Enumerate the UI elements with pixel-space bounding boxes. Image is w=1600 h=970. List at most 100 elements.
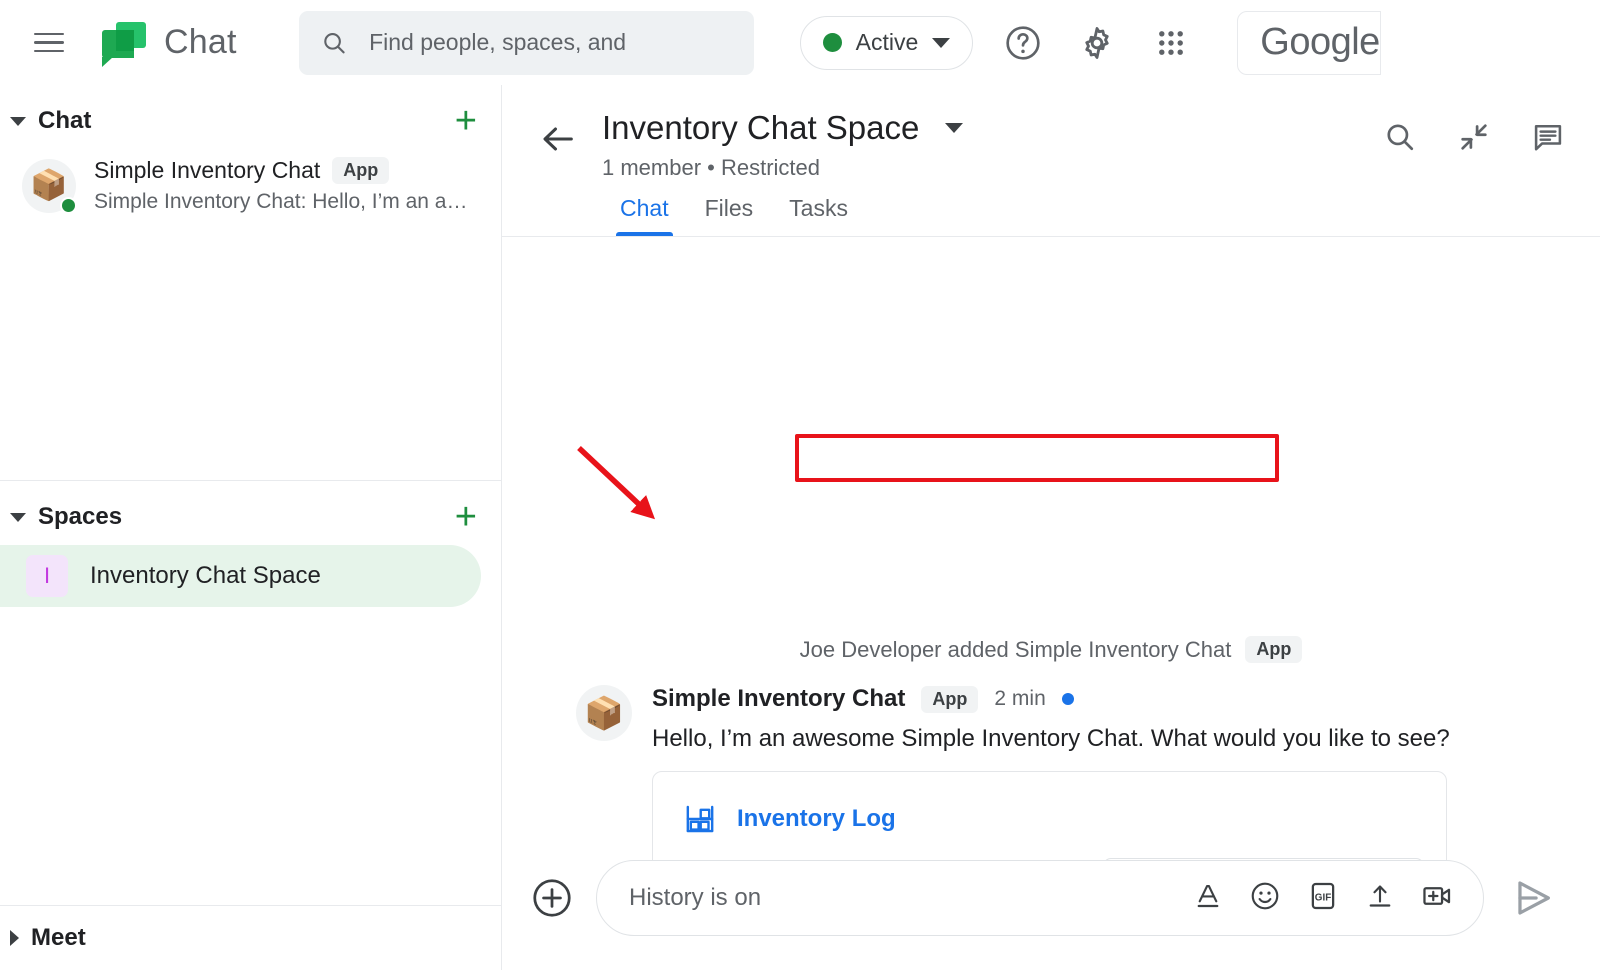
account-chip[interactable]: Google xyxy=(1237,11,1381,75)
space-header: Inventory Chat Space 1 member • Restrict… xyxy=(502,85,1600,237)
search-bar[interactable] xyxy=(299,11,754,75)
video-meeting-button[interactable] xyxy=(1421,880,1453,917)
triangle-down-icon[interactable] xyxy=(10,117,26,126)
chat-snippet: Simple Inventory Chat: Hello, I’m an awe… xyxy=(94,190,481,214)
sidebar-section-title-chat: Chat xyxy=(38,107,455,135)
apps-grid-icon xyxy=(1154,26,1188,60)
message-timestamp: 2 min xyxy=(994,687,1045,711)
apps-button[interactable] xyxy=(1147,19,1195,67)
app-body: Chat + 📦 Simple Inventory Chat App Simpl… xyxy=(0,85,1600,970)
top-app-bar: Chat Active xyxy=(0,0,1600,85)
collapse-button[interactable] xyxy=(1450,113,1498,161)
app-title: Chat xyxy=(164,23,237,62)
search-input[interactable] xyxy=(369,29,732,56)
gif-button[interactable]: GIF xyxy=(1307,880,1339,917)
space-subtitle: 1 member • Restricted xyxy=(602,155,1376,181)
space-title-line[interactable]: Inventory Chat Space xyxy=(602,109,1376,147)
sidebar-spacer xyxy=(0,607,501,899)
svg-text:GIF: GIF xyxy=(1315,892,1331,903)
status-label: Active xyxy=(856,29,919,56)
settings-button[interactable] xyxy=(1073,19,1121,67)
back-button[interactable] xyxy=(532,113,584,165)
video-meeting-icon xyxy=(1421,880,1453,912)
search-icon xyxy=(1383,120,1417,154)
open-in-new-window-button-items[interactable]: Open in new window xyxy=(1103,858,1424,860)
threads-icon xyxy=(1531,120,1565,154)
google-chat-app: Chat Active xyxy=(0,0,1600,970)
account-label: Google xyxy=(1260,21,1380,64)
gif-icon: GIF xyxy=(1307,880,1339,912)
composer-area: GIF xyxy=(502,860,1600,970)
card-row-items[interactable]: Items Open in new window xyxy=(683,858,1424,860)
message-header: Simple Inventory Chat App 2 min xyxy=(652,685,1570,713)
app-badge: App xyxy=(1245,636,1302,663)
app-badge: App xyxy=(332,157,389,184)
search-icon xyxy=(321,28,347,58)
top-bar-actions: Active xyxy=(800,11,1381,75)
composer-icons: GIF xyxy=(1193,880,1453,917)
sidebar-section-meet-header[interactable]: Meet xyxy=(0,906,501,970)
sidebar-section-chat-header[interactable]: Chat + xyxy=(0,93,501,149)
hamburger-menu-icon[interactable] xyxy=(26,20,72,66)
space-search-button[interactable] xyxy=(1376,113,1424,161)
sidebar-item-inventory-chat-space[interactable]: I Inventory Chat Space xyxy=(0,545,481,607)
threads-button[interactable] xyxy=(1524,113,1572,161)
google-chat-logo xyxy=(102,22,146,64)
sidebar-section-spaces-header[interactable]: Spaces + xyxy=(0,489,501,545)
send-icon xyxy=(1510,875,1556,921)
space-header-actions xyxy=(1376,113,1572,161)
sidebar-item-simple-inventory-chat[interactable]: 📦 Simple Inventory Chat App Simple Inven… xyxy=(0,149,501,222)
send-button[interactable] xyxy=(1506,871,1560,925)
help-button[interactable] xyxy=(999,19,1047,67)
avatar: 📦 xyxy=(22,159,76,213)
new-space-plus-icon[interactable]: + xyxy=(455,498,477,536)
upload-icon xyxy=(1365,881,1395,911)
card-label-inventory-log: Inventory Log xyxy=(737,805,1424,833)
space-tabs: Chat Files Tasks xyxy=(502,195,1600,236)
tab-files[interactable]: Files xyxy=(687,195,772,236)
arrow-left-icon xyxy=(538,119,578,159)
sidebar-divider-1 xyxy=(0,480,501,481)
chat-message: 📦 Simple Inventory Chat App 2 min Hello,… xyxy=(502,667,1600,860)
tab-tasks[interactable]: Tasks xyxy=(771,195,866,236)
space-name: Inventory Chat Space xyxy=(90,562,321,590)
sidebar-section-title-spaces: Spaces xyxy=(38,503,455,531)
upload-button[interactable] xyxy=(1365,881,1395,916)
card-row-inventory-log[interactable]: Inventory Log xyxy=(683,794,1424,844)
system-message: Joe Developer added Simple Inventory Cha… xyxy=(788,632,1315,667)
chevron-down-icon[interactable] xyxy=(945,123,963,133)
collapse-icon xyxy=(1457,120,1491,154)
page-title: Inventory Chat Space xyxy=(602,109,919,147)
chat-list-meta: Simple Inventory Chat App Simple Invento… xyxy=(94,157,481,214)
format-text-button[interactable] xyxy=(1193,881,1223,916)
warehouse-shelf-icon xyxy=(683,802,727,836)
message-input[interactable] xyxy=(629,884,1175,912)
app-badge: App xyxy=(921,686,978,713)
add-attachment-button[interactable] xyxy=(530,876,574,920)
system-message-text: Joe Developer added Simple Inventory Cha… xyxy=(800,637,1232,663)
message-thread: Joe Developer added Simple Inventory Cha… xyxy=(502,237,1600,860)
space-title-block: Inventory Chat Space 1 member • Restrict… xyxy=(602,109,1376,181)
chat-name: Simple Inventory Chat xyxy=(94,157,320,184)
gear-icon xyxy=(1077,23,1117,63)
unread-dot-icon xyxy=(1062,693,1074,705)
help-circle-icon xyxy=(1003,23,1043,63)
emoji-icon xyxy=(1249,880,1281,912)
main-panel: Inventory Chat Space 1 member • Restrict… xyxy=(502,85,1600,970)
message-body: Simple Inventory Chat App 2 min Hello, I… xyxy=(652,685,1570,860)
plus-circle-icon xyxy=(530,876,574,920)
emoji-button[interactable] xyxy=(1249,880,1281,917)
presence-dot-icon xyxy=(60,197,77,214)
message-avatar: 📦 xyxy=(576,685,632,741)
message-author: Simple Inventory Chat xyxy=(652,685,905,713)
tab-chat[interactable]: Chat xyxy=(602,195,687,236)
space-avatar: I xyxy=(26,555,68,597)
message-composer[interactable]: GIF xyxy=(596,860,1484,936)
format-text-icon xyxy=(1193,881,1223,911)
message-text: Hello, I’m an awesome Simple Inventory C… xyxy=(652,725,1570,753)
status-selector[interactable]: Active xyxy=(800,16,974,70)
triangle-right-icon[interactable] xyxy=(10,930,19,946)
new-chat-plus-icon[interactable]: + xyxy=(455,102,477,140)
triangle-down-icon[interactable] xyxy=(10,513,26,522)
system-message-row: Joe Developer added Simple Inventory Cha… xyxy=(502,632,1600,667)
